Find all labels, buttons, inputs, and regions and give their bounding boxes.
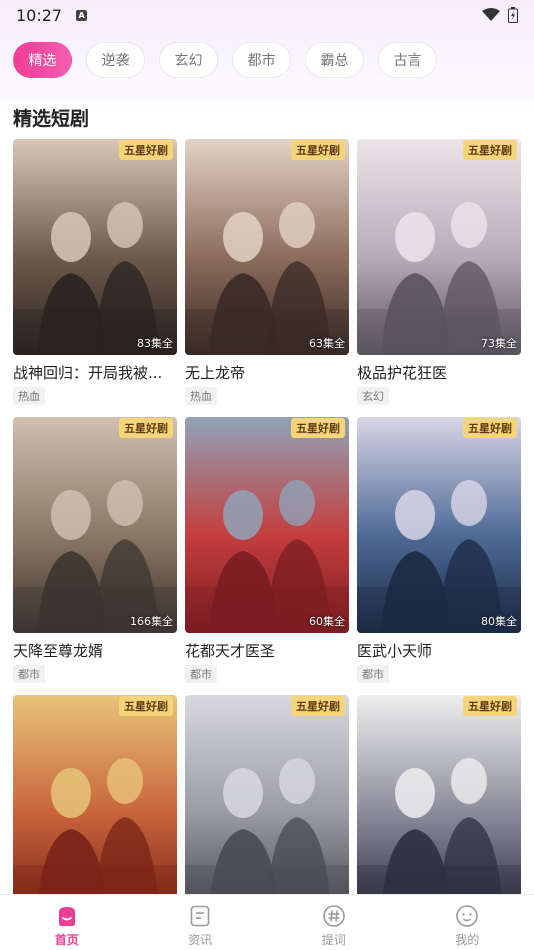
rating-badge: 五星好剧	[291, 140, 345, 160]
bottom-nav: 首页 资讯 提词 我的	[0, 894, 534, 950]
category-tab-label: 古言	[393, 53, 422, 69]
poster-art	[13, 417, 177, 633]
drama-poster: 166集全	[13, 417, 177, 633]
category-tab[interactable]: 逆袭	[86, 42, 145, 78]
category-tab[interactable]: 都市	[232, 42, 291, 78]
poster-art	[185, 695, 349, 911]
drama-card[interactable]: 166集全 五星好剧 天降至尊龙婿 都市	[13, 417, 177, 695]
drama-poster	[185, 695, 349, 911]
episode-count: 60集全	[309, 615, 345, 628]
drama-poster	[13, 695, 177, 911]
rating-badge: 五星好剧	[291, 418, 345, 438]
drama-poster: 60集全	[185, 417, 349, 633]
drama-poster: 63集全	[185, 139, 349, 355]
episode-count: 83集全	[137, 337, 173, 350]
drama-poster	[357, 695, 521, 911]
category-tab[interactable]: 玄幻	[159, 42, 218, 78]
status-icons	[482, 7, 518, 23]
category-tab-label: 都市	[247, 53, 276, 69]
poster-art	[185, 139, 349, 355]
rating-badge: 五星好剧	[463, 418, 517, 438]
genre-tag: 热血	[13, 387, 45, 405]
nav-news[interactable]: 资讯	[134, 895, 268, 950]
nav-label: 首页	[54, 933, 79, 947]
rating-badge: 五星好剧	[119, 418, 173, 438]
profile-icon	[456, 905, 479, 927]
drama-poster: 80集全	[357, 417, 521, 633]
genre-tag: 玄幻	[357, 387, 389, 405]
drama-title: 医武小天师	[357, 642, 433, 660]
drama-title: 天降至尊龙婿	[13, 642, 104, 660]
news-icon	[190, 905, 210, 927]
status-time: 10:27	[16, 5, 63, 25]
notification-icon: A	[76, 9, 88, 21]
genre-tag: 都市	[185, 665, 217, 683]
category-tab-label: 玄幻	[174, 53, 203, 69]
drama-poster: 73集全	[357, 139, 521, 355]
episode-count: 80集全	[481, 615, 517, 628]
category-tab-label: 精选	[28, 53, 57, 69]
poster-art	[13, 695, 177, 911]
poster-art	[357, 417, 521, 633]
category-tab[interactable]: 精选	[13, 42, 72, 78]
genre-tag: 热血	[185, 387, 217, 405]
drama-card[interactable]: 73集全 五星好剧 极品护花狂医 玄幻	[357, 139, 521, 417]
rating-badge: 五星好剧	[291, 696, 345, 716]
genre-tag: 都市	[13, 665, 45, 683]
app-screen: 10:27 A 精选 逆袭 玄幻 都市 霸总 古言 精选短剧 83集全 五星好剧…	[0, 0, 534, 950]
genre-tag: 都市	[357, 665, 389, 683]
category-tab-label: 逆袭	[101, 53, 130, 69]
drama-poster: 83集全	[13, 139, 177, 355]
home-icon	[58, 907, 75, 926]
battery-icon	[508, 7, 518, 23]
drama-card[interactable]: 60集全 五星好剧 花都天才医圣 都市	[185, 417, 349, 695]
episode-count: 63集全	[309, 337, 345, 350]
nav-home[interactable]: 首页	[0, 895, 134, 950]
category-tab[interactable]: 古言	[378, 42, 437, 78]
hashtag-icon	[322, 905, 345, 927]
drama-title: 战神回归：开局我被...	[13, 364, 163, 382]
rating-badge: 五星好剧	[119, 140, 173, 160]
category-tab[interactable]: 霸总	[305, 42, 364, 78]
rating-badge: 五星好剧	[463, 696, 517, 716]
episode-count: 166集全	[130, 615, 173, 628]
drama-title: 无上龙帝	[185, 364, 246, 382]
category-tab-label: 霸总	[320, 53, 349, 69]
status-bar: 10:27 A	[0, 0, 534, 30]
episode-count: 73集全	[481, 337, 517, 350]
poster-art	[357, 695, 521, 911]
drama-card[interactable]: 83集全 五星好剧 战神回归：开局我被... 热血	[13, 139, 177, 417]
drama-title: 花都天才医圣	[185, 642, 276, 660]
rating-badge: 五星好剧	[463, 140, 517, 160]
drama-card[interactable]: 63集全 五星好剧 无上龙帝 热血	[185, 139, 349, 417]
poster-art	[13, 139, 177, 355]
category-tabs: 精选 逆袭 玄幻 都市 霸总 古言	[13, 42, 437, 78]
nav-prompt[interactable]: 提词	[267, 895, 401, 950]
drama-card[interactable]: 80集全 五星好剧 医武小天师 都市	[357, 417, 521, 695]
poster-art	[357, 139, 521, 355]
drama-grid: 83集全 五星好剧 战神回归：开局我被... 热血 63集全 五星好剧 无上龙帝…	[13, 139, 521, 950]
drama-title: 极品护花狂医	[357, 364, 448, 382]
nav-profile[interactable]: 我的	[401, 895, 534, 950]
nav-label: 我的	[455, 933, 480, 947]
poster-art	[185, 417, 349, 633]
nav-label: 资讯	[188, 933, 213, 947]
nav-label: 提词	[321, 933, 346, 947]
section-title: 精选短剧	[13, 108, 90, 130]
wifi-icon	[482, 8, 500, 21]
rating-badge: 五星好剧	[119, 696, 173, 716]
